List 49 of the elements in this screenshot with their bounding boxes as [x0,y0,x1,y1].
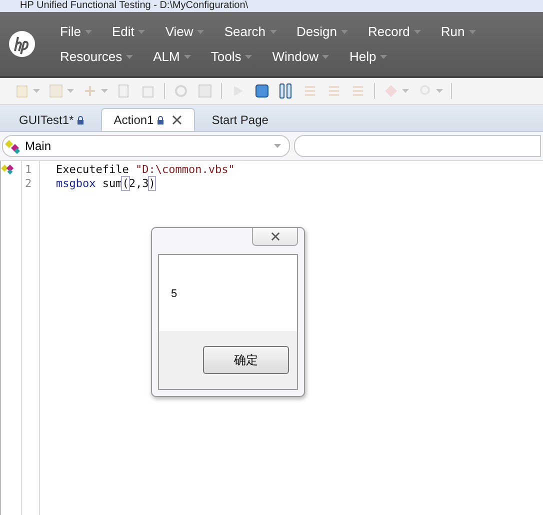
menu-item[interactable]: Window [272,49,330,64]
caret-icon [468,30,476,34]
menu-item[interactable]: Run [440,24,476,39]
caret-icon [126,54,134,58]
caret-icon [101,89,108,93]
menu-item[interactable]: Search [224,24,277,39]
menu-item[interactable]: Record [368,24,421,39]
caret-icon [33,89,40,93]
code-line: Executefile "D:\common.vbs" [56,163,235,177]
line-number: 2 [25,177,33,191]
message-text: 5 [170,287,178,302]
document-tab[interactable]: Start Page [198,108,282,131]
menu-item[interactable]: Edit [112,24,146,39]
caret-icon [380,54,388,58]
menu-item[interactable]: File [60,24,92,39]
line-number: 1 [25,163,33,177]
menu-item[interactable]: Tools [210,49,252,64]
add-icon [82,83,98,99]
caret-icon [322,54,330,58]
document-tab[interactable]: GUITest1* [6,108,97,131]
document-tab[interactable]: Action1 [100,108,195,131]
close-button[interactable] [252,228,298,246]
diamond-icon [383,83,399,99]
ok-button[interactable]: 确定 [203,346,289,374]
scope-dropdown[interactable]: Main [2,135,290,157]
caret-icon [245,54,252,58]
caret-icon [414,30,421,34]
caret-icon [402,89,409,93]
menu-item[interactable]: Help [349,49,388,64]
close-icon [172,115,182,125]
window-title: HP Unified Functional Testing - D:\MyConfiguration\ [20,0,248,12]
caret-icon [138,30,146,34]
lock-icon [76,116,84,124]
caret-icon [274,144,281,148]
close-icon [270,232,280,241]
caret-icon [436,89,443,93]
caret-icon [184,54,191,58]
menu-item[interactable]: Resources [60,49,134,64]
caret-icon [340,30,348,34]
search-field[interactable] [294,135,541,157]
caret-icon [84,30,92,34]
logo-icon [8,30,36,58]
menu-item[interactable]: View [165,24,204,39]
menu-item[interactable]: ALM [153,49,191,64]
lock-icon [156,116,164,124]
caret-icon [270,30,277,34]
caret-icon [197,30,204,34]
menu-item[interactable]: Design [296,24,348,39]
caret-icon [67,89,74,93]
